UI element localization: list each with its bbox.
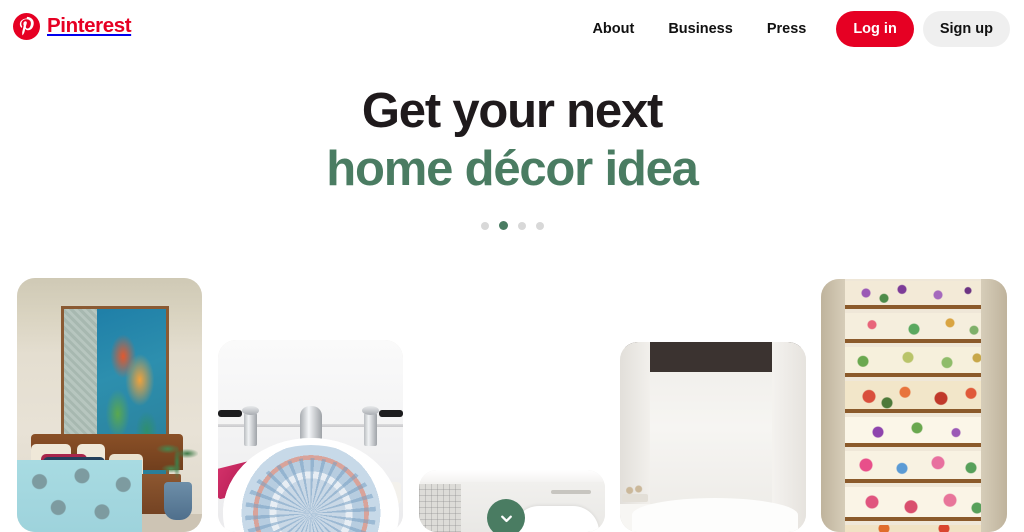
card-image-bedroom: [17, 278, 202, 532]
image-collage: [0, 0, 1024, 532]
nav-link-business[interactable]: Business: [651, 9, 749, 49]
carousel-dot-1[interactable]: [480, 221, 489, 230]
card-minimal-white-bathroom[interactable]: [620, 342, 806, 532]
brand-name: Pinterest: [47, 14, 132, 38]
site-header: Pinterest About Business Press Log in Si…: [0, 0, 1024, 58]
hero-headline-line-2: home décor idea: [326, 142, 699, 196]
hero-section: Get your next home décor idea: [0, 82, 1024, 230]
nav-link-press[interactable]: Press: [750, 9, 824, 49]
chevron-down-icon: [498, 510, 515, 527]
carousel-dot-4[interactable]: [535, 221, 544, 230]
card-bedroom-tropical-art[interactable]: [17, 278, 202, 532]
carousel-dot-3[interactable]: [517, 221, 526, 230]
login-button[interactable]: Log in: [836, 11, 914, 47]
primary-navigation: About Business Press Log in Sign up: [575, 9, 1010, 49]
card-image-minimal-bathroom: [620, 342, 806, 532]
card-marble-bathroom-sink[interactable]: [218, 340, 403, 532]
hero-headline-line-1: Get your next: [361, 84, 663, 138]
pinterest-p-icon: [13, 13, 40, 40]
signup-button[interactable]: Sign up: [922, 11, 1010, 47]
card-floral-stair-risers[interactable]: [821, 279, 1007, 532]
card-image-floral-stairs: [821, 279, 1007, 532]
carousel-dot-2[interactable]: [498, 221, 508, 230]
carousel-dots: [0, 221, 1024, 230]
scroll-down-button[interactable]: [487, 499, 525, 532]
pinterest-logo[interactable]: Pinterest: [13, 13, 132, 40]
card-image-marble-sink: [218, 340, 403, 532]
nav-link-about[interactable]: About: [575, 9, 651, 49]
